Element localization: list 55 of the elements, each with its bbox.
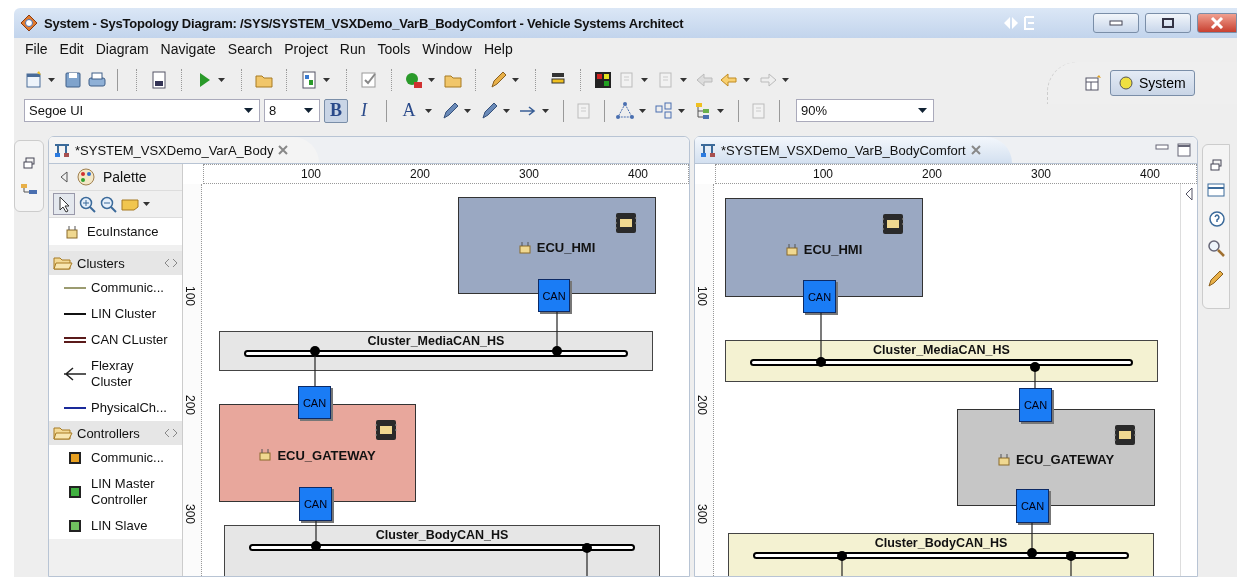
cluster-label: Cluster_MediaCAN_HS: [366, 334, 506, 348]
menu-item[interactable]: Edit: [53, 41, 90, 57]
ecu-label: ECU_GATEWAY: [277, 447, 376, 463]
palette-drawer[interactable]: Clusters: [49, 251, 182, 275]
menu-item[interactable]: File: [19, 41, 54, 57]
horizontal-ruler: 100 200 300 400: [203, 164, 689, 184]
palette-item[interactable]: LIN Cluster: [49, 301, 182, 327]
cluster-node[interactable]: Cluster_BodyCAN_HS: [728, 533, 1154, 576]
palette-item[interactable]: Flexray Cluster: [49, 353, 182, 395]
font-size-dropdown[interactable]: 8: [264, 99, 320, 122]
menu-item[interactable]: Project: [278, 41, 334, 57]
cluster-label: Cluster_MediaCAN_HS: [872, 343, 1011, 357]
menu-item[interactable]: Run: [333, 41, 372, 57]
palette-title: Palette: [103, 169, 147, 185]
menu-item[interactable]: Diagram: [89, 41, 155, 57]
menu-item[interactable]: Navigate: [154, 41, 222, 57]
palette-drawer[interactable]: Controllers: [49, 421, 182, 445]
zoom-dropdown[interactable]: 90%: [796, 99, 934, 122]
menu-item[interactable]: Tools: [371, 41, 417, 57]
perspective-button[interactable]: System: [1110, 70, 1195, 96]
palette-item[interactable]: LIN Slave: [49, 513, 182, 539]
palette-item[interactable]: Communic...: [49, 275, 182, 301]
format-button[interactable]: I: [352, 98, 376, 123]
palette-item[interactable]: CAN CLuster: [49, 327, 182, 353]
menu-item[interactable]: Search: [221, 41, 279, 57]
can-port[interactable]: CAN: [1016, 489, 1049, 523]
tab-label: *SYSTEM_VSXDemo_VarB_BodyComfort: [721, 142, 966, 158]
editor-tab[interactable]: *SYSTEM_VSXDemo_VarB_BodyComfort: [695, 137, 1012, 163]
editor-tab[interactable]: *SYSTEM_VSXDemo_VarA_Body: [49, 137, 320, 163]
tab-label: *SYSTEM_VSXDemo_VarA_Body: [75, 142, 274, 158]
can-port[interactable]: CAN: [299, 487, 332, 521]
cluster-node[interactable]: Cluster_MediaCAN_HS: [219, 331, 653, 371]
can-port[interactable]: CAN: [803, 280, 836, 313]
format-button[interactable]: A: [397, 98, 421, 123]
vertical-ruler: 100 200 300: [183, 184, 202, 576]
font-family-dropdown[interactable]: Segoe UI: [24, 99, 260, 122]
can-port[interactable]: CAN: [298, 386, 331, 419]
format-button[interactable]: B: [324, 98, 348, 123]
ecu-label: ECU_HMI: [536, 240, 596, 255]
window-title: System - SysTopology Diagram: /SYS/SYSTEM_VSXDemo_VarB_BodyComfort - Vehicle Systems Architect: [44, 15, 684, 31]
cluster-node[interactable]: Cluster_BodyCAN_HS: [224, 525, 660, 576]
menu-item[interactable]: Window: [416, 41, 478, 57]
horizontal-ruler: 100 200 300 400: [715, 164, 1197, 184]
menu-item[interactable]: Help: [477, 41, 519, 57]
cluster-label: Cluster_BodyCAN_HS: [873, 536, 1009, 550]
vertical-ruler: 100 200 300: [695, 184, 714, 576]
palette-item[interactable]: LIN Master Controller: [49, 471, 182, 513]
can-port[interactable]: CAN: [1019, 388, 1052, 422]
palette-item[interactable]: Communic...: [49, 445, 182, 471]
cluster-node[interactable]: Cluster_MediaCAN_HS: [725, 340, 1158, 382]
can-port[interactable]: CAN: [538, 279, 570, 312]
palette-item[interactable]: PhysicalCh...: [49, 395, 182, 421]
cluster-label: Cluster_BodyCAN_HS: [374, 528, 510, 542]
ecu-label: ECU_HMI: [803, 242, 863, 257]
ecu-label: ECU_GATEWAY: [1015, 452, 1115, 467]
